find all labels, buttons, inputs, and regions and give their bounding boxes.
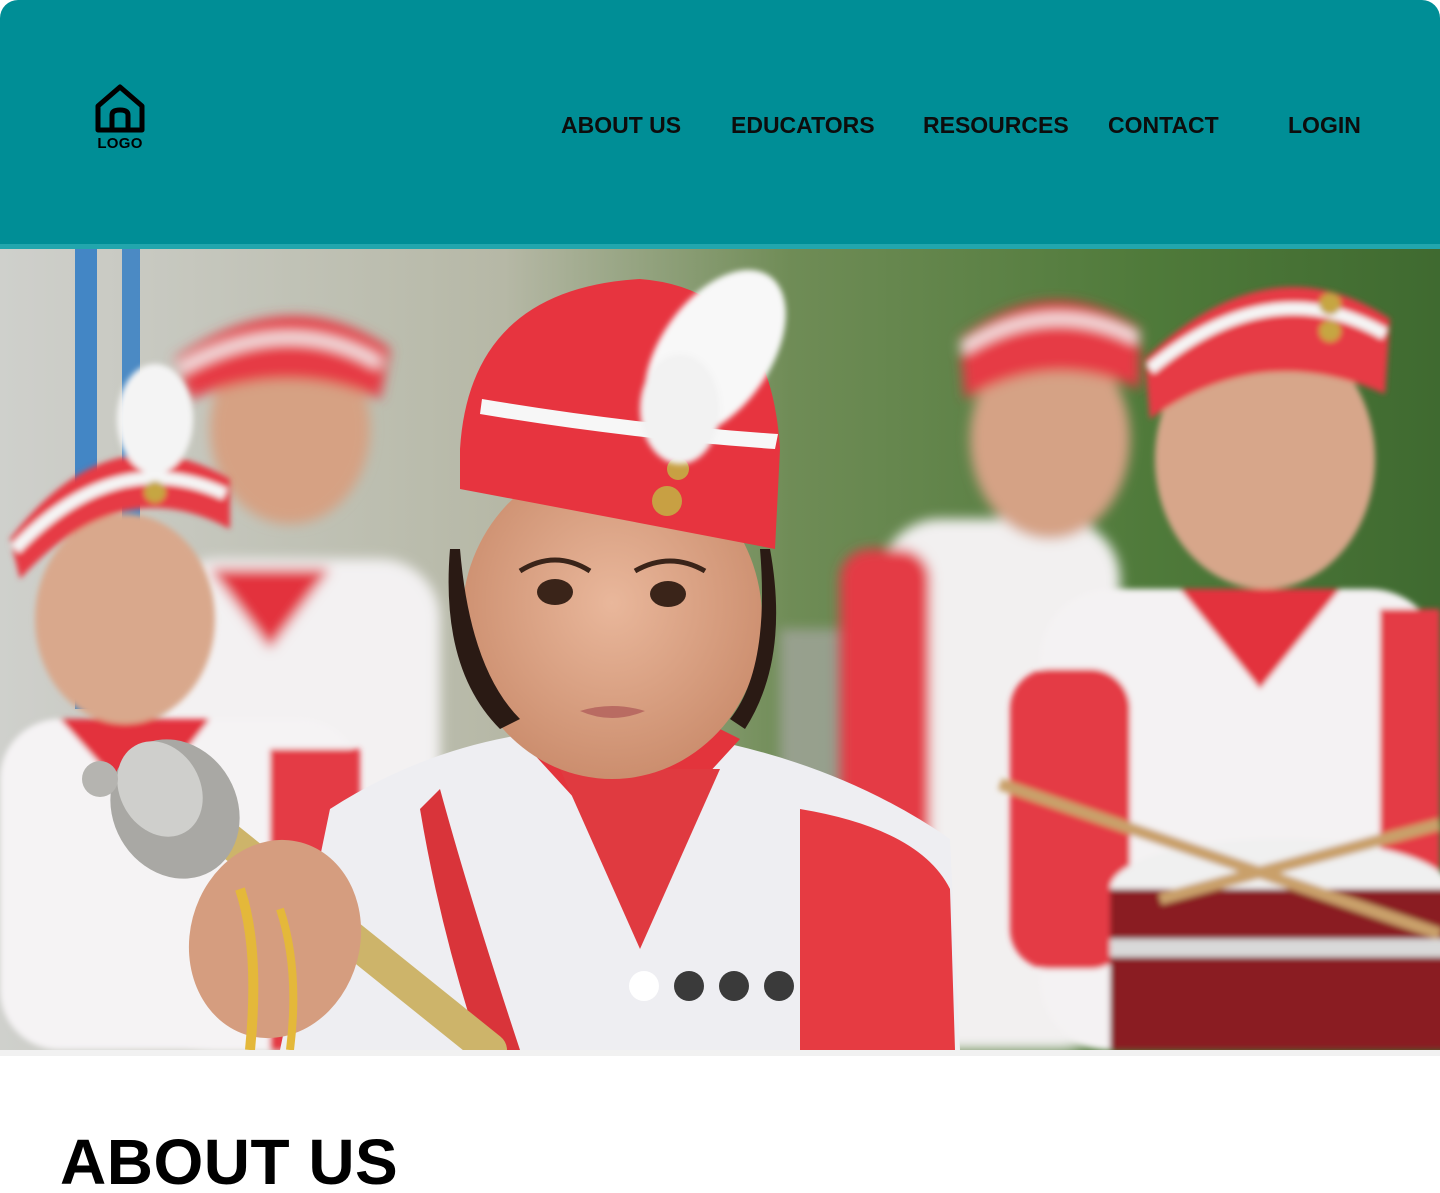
nav-contact[interactable]: CONTACT	[1108, 110, 1219, 140]
page: LOGO ABOUT US EDUCATORS RESOURCES CONTAC…	[0, 0, 1440, 1193]
hero-carousel	[0, 249, 1440, 1050]
carousel-dot[interactable]	[629, 971, 659, 1001]
site-header: LOGO ABOUT US EDUCATORS RESOURCES CONTAC…	[0, 0, 1440, 244]
hero-image	[0, 249, 1440, 1050]
nav-educators[interactable]: EDUCATORS	[731, 110, 875, 140]
logo-link[interactable]: LOGO	[92, 84, 148, 154]
home-icon	[95, 84, 145, 133]
carousel-dot[interactable]	[674, 971, 704, 1001]
carousel-dot[interactable]	[764, 971, 794, 1001]
carousel-dot[interactable]	[719, 971, 749, 1001]
nav-resources[interactable]: RESOURCES	[923, 110, 1069, 140]
nav-about-us[interactable]: ABOUT US	[561, 110, 681, 140]
nav-login[interactable]: LOGIN	[1288, 110, 1361, 140]
carousel-dots	[629, 971, 794, 1003]
hero-bottom-divider	[0, 1050, 1440, 1056]
about-us-heading: ABOUT US	[60, 1126, 399, 1193]
logo-label: LOGO	[97, 135, 143, 152]
